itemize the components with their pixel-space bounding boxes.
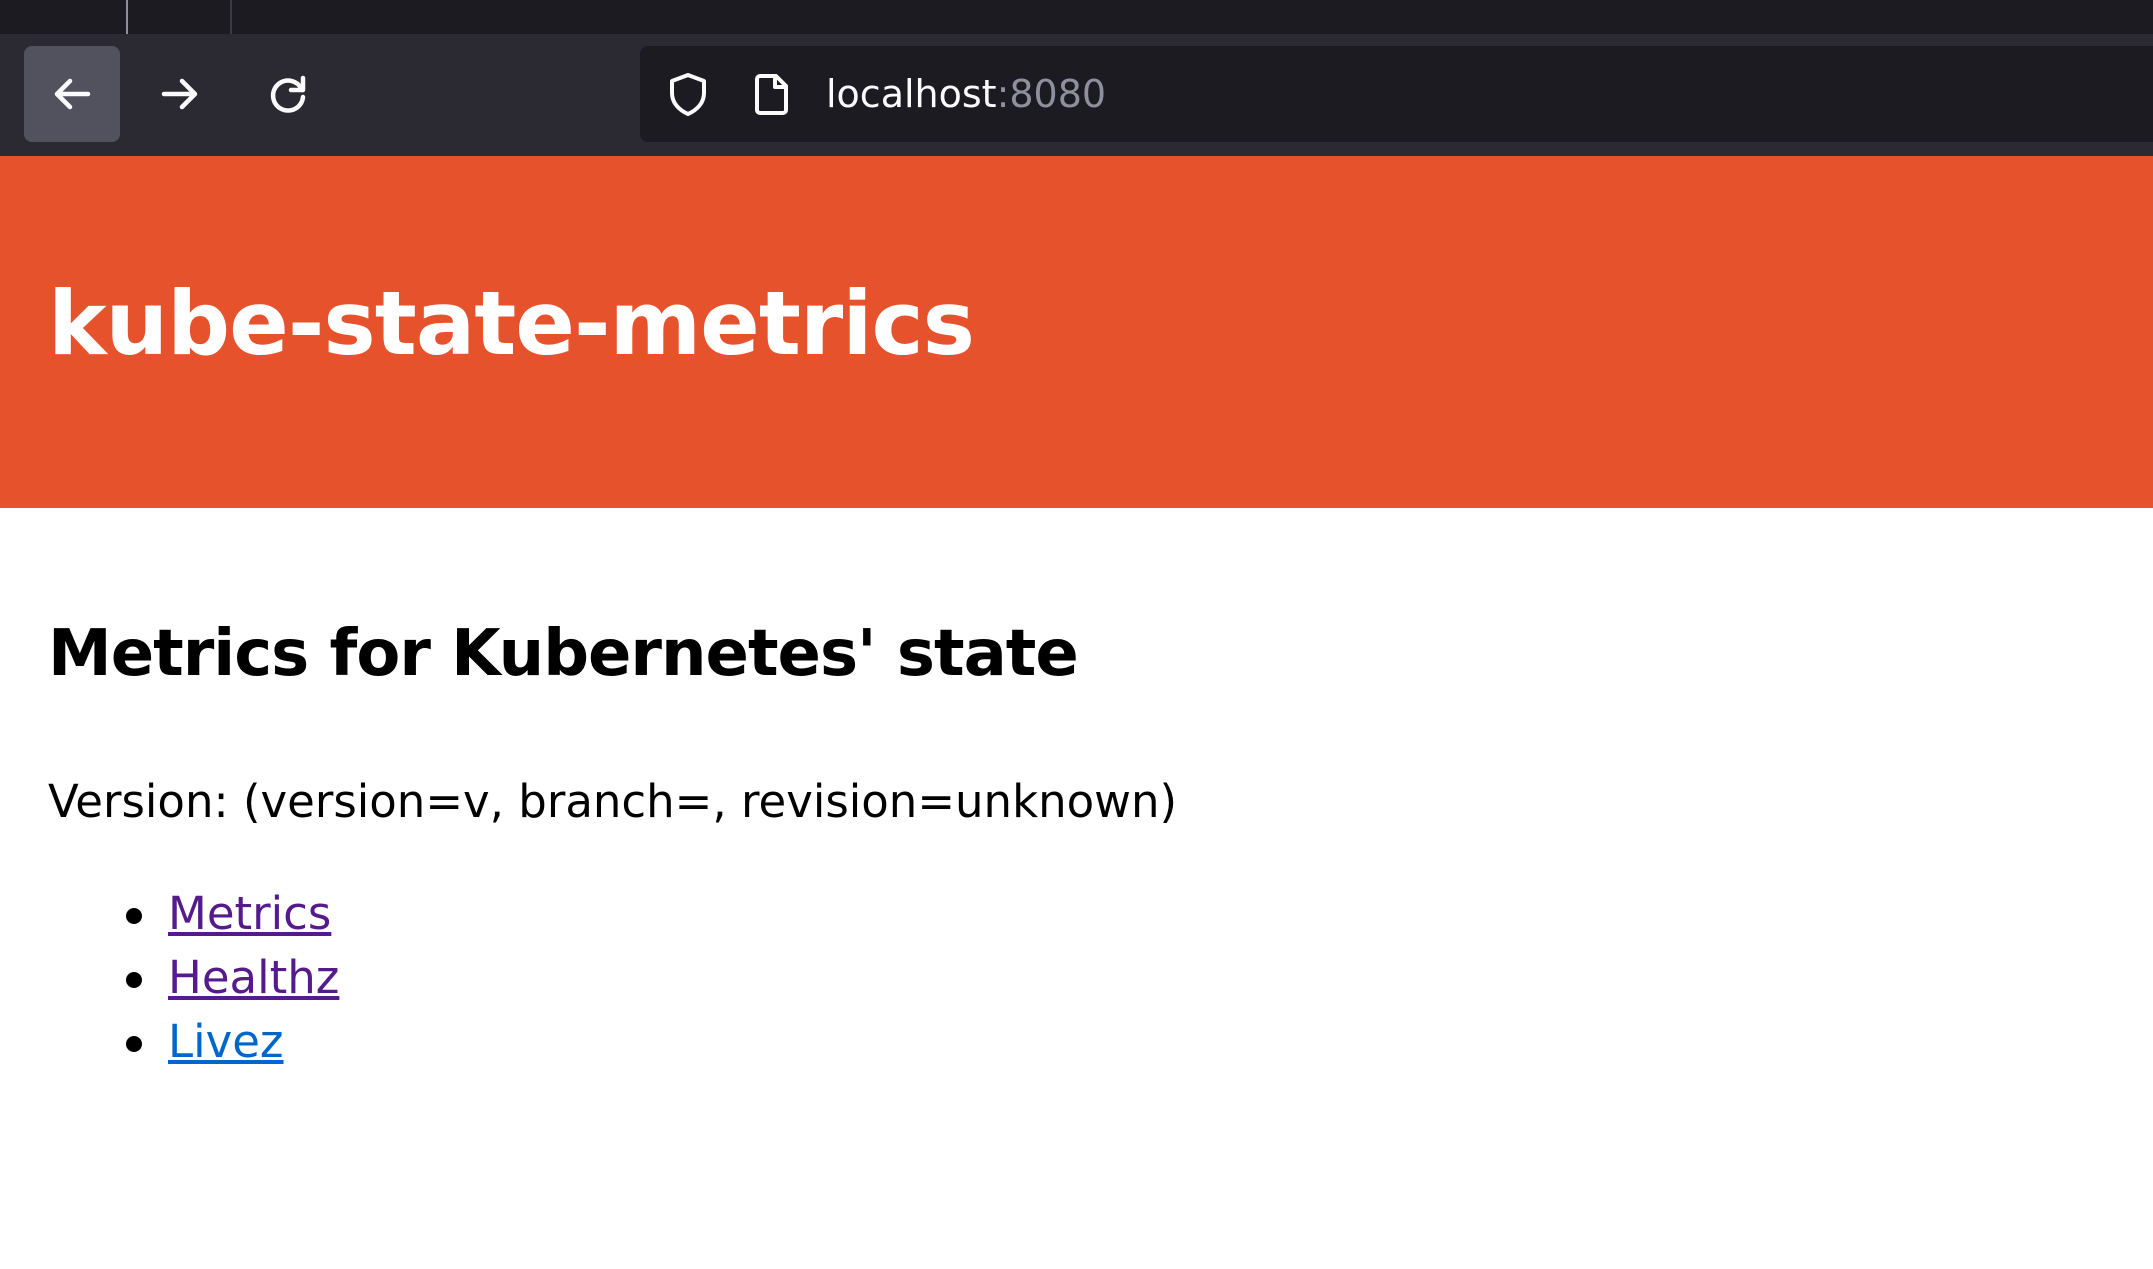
metrics-link[interactable]: Metrics [168, 887, 331, 940]
bullet-icon [126, 908, 142, 924]
tab-divider [230, 0, 232, 34]
banner-title: kube-state-metrics [48, 272, 975, 375]
bullet-icon [126, 1036, 142, 1052]
tab-divider [126, 0, 128, 34]
url-bar[interactable]: localhost:8080 [640, 46, 2153, 142]
page-info-icon[interactable] [748, 70, 796, 118]
url-port: :8080 [996, 72, 1107, 116]
version-text: Version: (version=v, branch=, revision=u… [48, 775, 1178, 828]
url-text[interactable]: localhost:8080 [826, 46, 1106, 142]
shield-icon[interactable] [664, 70, 712, 118]
bullet-icon [126, 972, 142, 988]
forward-button[interactable] [132, 46, 228, 142]
reload-icon [270, 75, 306, 113]
healthz-link[interactable]: Healthz [168, 951, 339, 1004]
page-content: kube-state-metrics Metrics for Kubernete… [0, 156, 2153, 1269]
back-button[interactable] [24, 46, 120, 142]
url-host: localhost [826, 72, 997, 116]
link-list: Metrics Healthz Livez [48, 882, 339, 1074]
list-item: Healthz [48, 946, 339, 1010]
header-banner: kube-state-metrics [0, 156, 2153, 508]
tab-strip [0, 0, 2153, 34]
livez-link[interactable]: Livez [168, 1015, 284, 1068]
page-heading: Metrics for Kubernetes' state [48, 617, 1079, 691]
back-arrow-icon [54, 78, 91, 110]
list-item: Livez [48, 1010, 339, 1074]
reload-button[interactable] [240, 46, 336, 142]
forward-arrow-icon [161, 78, 198, 110]
list-item: Metrics [48, 882, 339, 946]
